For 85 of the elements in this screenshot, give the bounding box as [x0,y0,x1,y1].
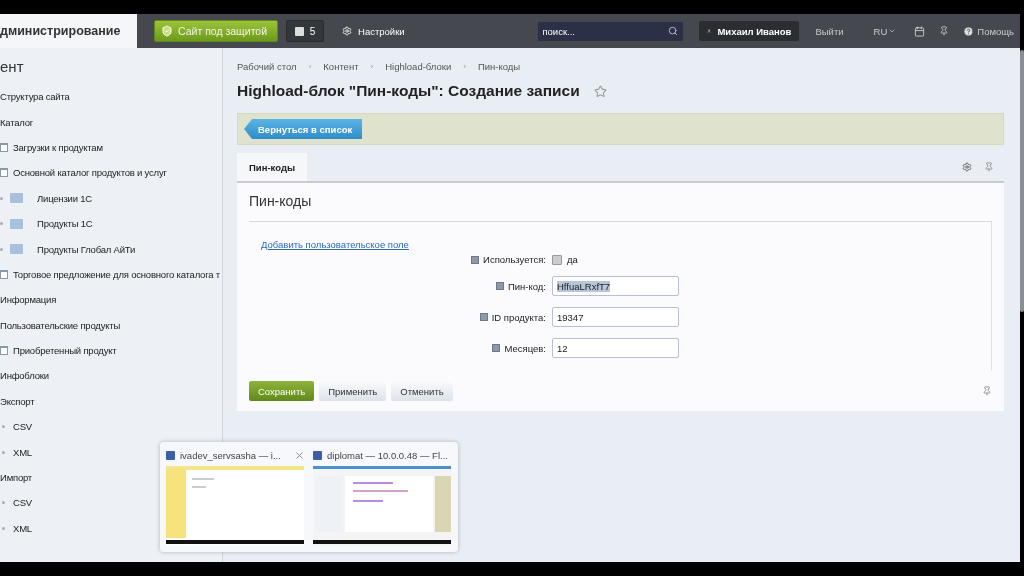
sidebar-item[interactable]: XML [13,522,32,534]
sidebar-item[interactable]: Информация [0,294,57,306]
app-icon [166,450,175,460]
sidebar-item[interactable]: Каталог [0,116,34,128]
bullet-icon [2,425,5,429]
add-field-link[interactable]: Добавить пользовательское поле [261,239,409,250]
sidebar-item[interactable]: Структура сайта [0,91,70,103]
window-title[interactable]: diplomat — 10.0.0.48 — Fl... [327,449,452,461]
pin-icon[interactable] [982,386,992,396]
hint-icon[interactable] [492,344,501,352]
input-field[interactable]: HffuaLRxfT7 [552,276,679,296]
shield-icon [161,25,173,37]
hint-icon[interactable] [479,313,488,321]
sidebar-item[interactable]: Загрузки к продуктам [13,141,103,153]
sidebar-item[interactable]: Инфоблоки [0,370,49,382]
document-icon [0,168,8,178]
settings-icon[interactable] [962,162,972,172]
user-icon [707,26,712,36]
checkbox-label: да [567,254,578,265]
search-field[interactable]: поиск... [538,21,684,41]
sidebar-item[interactable]: Пользовательские продукты [0,319,121,331]
search-icon[interactable] [668,25,679,36]
breadcrumb-link[interactable]: Пин-коды [477,60,521,72]
field-label: ID продукта: [491,311,546,323]
sidebar-item[interactable]: Продукты Глобал АйТи [37,243,136,255]
hint-icon[interactable] [495,282,504,290]
field-label: Пин-код: [507,280,546,292]
close-icon[interactable] [294,449,305,461]
pin-icon[interactable] [984,162,994,172]
sidebar-item[interactable]: Лицензии 1С [37,192,92,204]
breadcrumb-link[interactable]: Контент [323,60,359,72]
language-select[interactable]: RU [873,25,897,37]
action-button[interactable]: Применить [319,381,387,401]
document-icon [0,142,8,152]
sidebar-title: ент [0,58,25,77]
calendar-icon[interactable] [914,25,926,37]
sidebar-item[interactable]: Приобретенный продукт [13,345,117,357]
checkbox[interactable] [552,254,562,265]
input-field[interactable]: 12 [552,338,679,358]
settings-link[interactable]: Настройки [342,25,405,37]
help-link[interactable]: Помощь [963,25,1014,37]
breadcrumb-link[interactable]: Рабочий стол [237,60,297,72]
window-title[interactable]: ivadev_servsasha — i... [180,449,289,461]
field-label: Используется: [483,254,546,265]
sidebar-item[interactable]: Продукты 1С [37,218,93,230]
sidebar-item[interactable]: Экспорт [0,395,35,407]
bullet-icon [0,247,3,251]
admin-tab[interactable]: дминистрирование [0,14,137,48]
bullet-icon [2,501,5,505]
help-icon [963,25,975,37]
bullet-icon [2,526,5,530]
star-icon[interactable] [593,84,607,98]
folder-icon [10,218,23,229]
bullet-icon [0,196,3,200]
sidebar-item[interactable]: XML [13,446,32,458]
folder-icon [10,193,23,204]
sidebar-item[interactable]: Основной каталог продуктов и услуг [13,167,167,179]
breadcrumb-separator: › [463,61,466,71]
pin-icon[interactable] [939,26,950,36]
scrollbar[interactable] [1020,50,1024,312]
field-label: Месяцев: [504,342,546,354]
breadcrumb-separator: › [370,61,374,71]
sidebar-item[interactable]: CSV [13,421,32,433]
document-icon [0,269,8,279]
form-title: Пин-коды [249,193,313,211]
action-button[interactable]: Отменить [391,381,453,401]
user-button[interactable]: Михаил Иванов [699,21,800,41]
tab[interactable]: Пин-коды [237,153,308,181]
sidebar-item[interactable]: Торговое предложение для основного каталога т [13,268,220,280]
caret-icon [888,27,897,35]
gear-icon [342,26,353,36]
input-field[interactable]: 19347 [552,307,679,327]
sidebar-item[interactable]: Импорт [0,472,32,484]
hint-icon[interactable] [471,255,480,264]
notifications-button[interactable]: 5 [286,20,325,42]
sidebar-item[interactable]: CSV [13,497,32,509]
logout-link[interactable]: Выйти [815,25,844,37]
page-title: Highload-блок "Пин-коды": Создание записи [237,82,580,100]
app-icon [313,450,322,460]
document-icon [0,346,8,356]
breadcrumb-separator: › [308,61,312,71]
bullet-icon [2,450,5,454]
breadcrumb-link[interactable]: Highload-блоки [385,60,452,72]
bullet-icon [0,222,3,226]
folder-icon [10,244,23,255]
